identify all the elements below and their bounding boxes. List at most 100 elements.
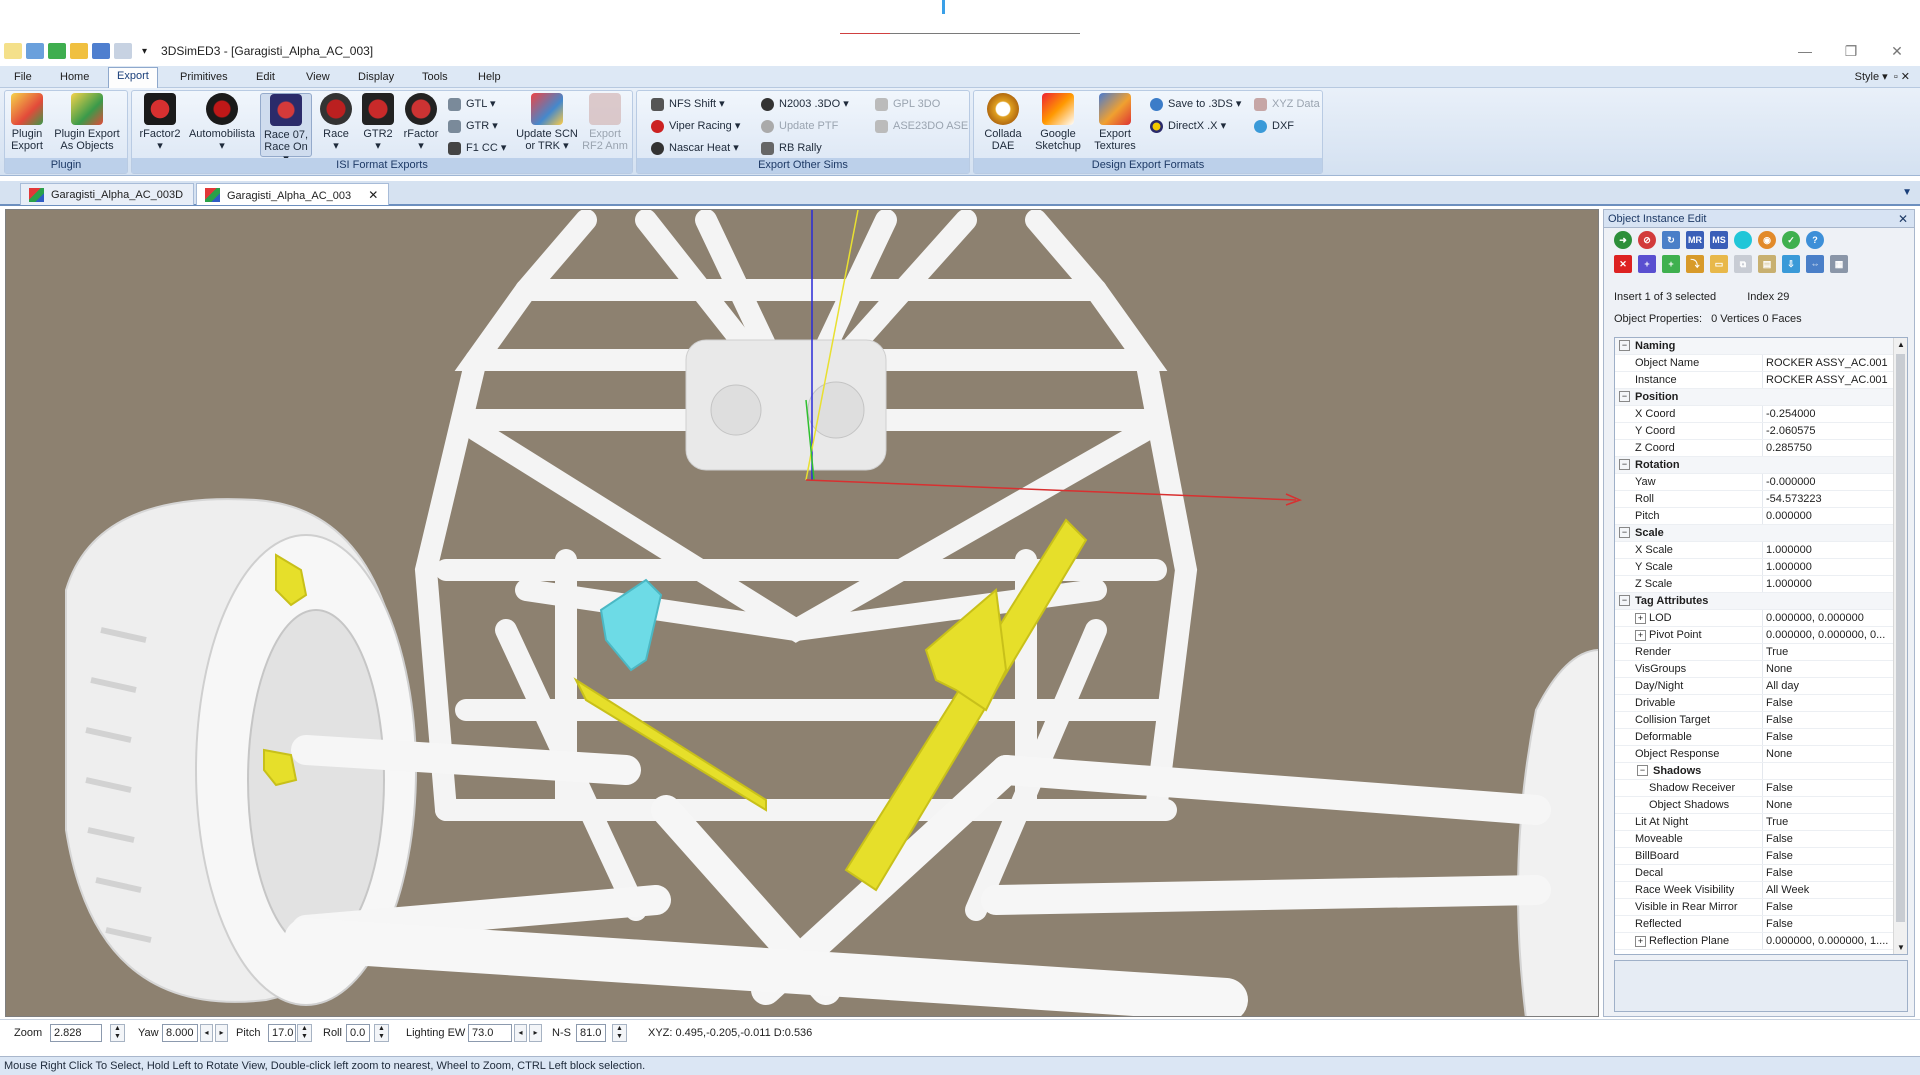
property-value[interactable]: 1.000000 [1763, 576, 1907, 592]
lighting-right-arrow[interactable]: ▸ [529, 1024, 542, 1042]
ns-input[interactable]: 81.0 [576, 1024, 606, 1042]
automobilista-button[interactable]: Automobilista ▾ [182, 93, 262, 152]
scroll-down-icon[interactable]: ▼ [1897, 943, 1905, 952]
property-value[interactable]: False [1763, 865, 1907, 881]
property-value[interactable]: All Week [1763, 882, 1907, 898]
property-value[interactable]: 0.000000, 0.000000 [1763, 610, 1907, 626]
help-icon[interactable]: ? [1806, 231, 1824, 249]
property-value[interactable]: 0.000000 [1763, 508, 1907, 524]
property-row[interactable]: Shadow Receiver False [1615, 780, 1907, 797]
sphere-icon[interactable] [1734, 231, 1752, 249]
add-green-icon[interactable]: + [1662, 255, 1680, 273]
property-row[interactable]: Z Coord 0.285750 [1615, 440, 1907, 457]
pitch-input[interactable]: 17.0 [268, 1024, 296, 1042]
property-row[interactable]: Y Scale 1.000000 [1615, 559, 1907, 576]
gpl-3do-button[interactable]: GPL 3DO [875, 95, 940, 113]
property-value[interactable]: -0.254000 [1763, 406, 1907, 422]
property-category[interactable]: Shadows [1615, 763, 1907, 780]
gtl-button[interactable]: GTL ▾ [448, 95, 496, 113]
lighting-ew-input[interactable]: 73.0 [468, 1024, 512, 1042]
property-category[interactable]: Position [1615, 389, 1907, 406]
nascar-heat-button[interactable]: Nascar Heat ▾ [651, 139, 739, 157]
copy-icon[interactable]: ⧉ [1734, 255, 1752, 273]
open-folder-icon[interactable] [70, 43, 88, 59]
close-tab-icon[interactable]: ✕ [368, 188, 378, 202]
update-ptf-button[interactable]: Update PTF [761, 117, 838, 135]
property-row[interactable]: Lit At Night True [1615, 814, 1907, 831]
paste-icon[interactable]: ▤ [1758, 255, 1776, 273]
property-value[interactable]: False [1763, 831, 1907, 847]
property-category[interactable]: Naming [1615, 338, 1907, 355]
rfactor-button[interactable]: rFactor ▾ [400, 93, 442, 152]
property-value[interactable]: False [1763, 780, 1907, 796]
refresh-icon[interactable]: ↻ [1662, 231, 1680, 249]
property-value[interactable]: All day [1763, 678, 1907, 694]
property-row[interactable]: Object Shadows None [1615, 797, 1907, 814]
zoom-spinner[interactable]: ▲ ▼ [110, 1024, 125, 1042]
property-row[interactable]: Pitch 0.000000 [1615, 508, 1907, 525]
property-row[interactable]: Instance ROCKER ASSY_AC.001 [1615, 372, 1907, 389]
tab-garagisti-003d[interactable]: Garagisti_Alpha_AC_003D [20, 183, 195, 205]
property-row[interactable]: Roll -54.573223 [1615, 491, 1907, 508]
3d-viewport[interactable] [5, 209, 1599, 1017]
viper-racing-button[interactable]: Viper Racing ▾ [651, 117, 740, 135]
export-textures-button[interactable]: Export Textures [1090, 93, 1140, 152]
zoom-input[interactable]: 2.828 [50, 1024, 102, 1042]
property-row[interactable]: Day/Night All day [1615, 678, 1907, 695]
property-row[interactable]: Object Response None [1615, 746, 1907, 763]
property-row[interactable]: X Scale 1.000000 [1615, 542, 1907, 559]
nfs-shift-button[interactable]: NFS Shift ▾ [651, 95, 725, 113]
minimize-icon[interactable]: — [1782, 38, 1828, 64]
undo-icon[interactable] [26, 43, 44, 59]
property-row[interactable]: BillBoard False [1615, 848, 1907, 865]
race07-button[interactable]: Race 07, Race On ▾ [260, 93, 312, 165]
property-value[interactable]: True [1763, 814, 1907, 830]
property-row[interactable]: Decal False [1615, 865, 1907, 882]
property-value[interactable]: -2.060575 [1763, 423, 1907, 439]
property-row[interactable]: Moveable False [1615, 831, 1907, 848]
property-value[interactable]: None [1763, 746, 1907, 762]
pitch-spinner[interactable]: ▲ ▼ [297, 1024, 312, 1042]
ase23do-button[interactable]: ASE23DO ASE [875, 117, 968, 135]
rb-rally-button[interactable]: RB Rally [761, 139, 822, 157]
roll-input[interactable]: 0.0 [346, 1024, 370, 1042]
property-row[interactable]: Visible in Rear Mirror False [1615, 899, 1907, 916]
property-category[interactable]: Tag Attributes [1615, 593, 1907, 610]
roll-spinner[interactable]: ▲ ▼ [374, 1024, 389, 1042]
property-value[interactable]: None [1763, 797, 1907, 813]
property-value[interactable]: 1.000000 [1763, 542, 1907, 558]
property-value[interactable]: 1.000000 [1763, 559, 1907, 575]
move-icon[interactable]: ⇔ [1806, 255, 1824, 273]
menu-file[interactable]: File [6, 69, 40, 85]
save-3ds-button[interactable]: Save to .3DS ▾ [1150, 95, 1241, 113]
menu-view[interactable]: View [298, 69, 338, 85]
gtr2-button[interactable]: GTR2 ▾ [358, 93, 398, 152]
race-button[interactable]: Race ▾ [316, 93, 356, 152]
f1cc-button[interactable]: F1 CC ▾ [448, 139, 506, 157]
update-scn-button[interactable]: Update SCN or TRK ▾ [514, 93, 580, 152]
gtr-button[interactable]: GTR ▾ [448, 117, 498, 135]
n2003-button[interactable]: N2003 .3DO ▾ [761, 95, 849, 113]
add-icon[interactable]: + [1638, 255, 1656, 273]
menu-display[interactable]: Display [350, 69, 402, 85]
property-row[interactable]: Render True [1615, 644, 1907, 661]
menu-edit[interactable]: Edit [248, 69, 283, 85]
restore-icon[interactable]: ❐ [1828, 38, 1874, 64]
new-file-icon[interactable] [4, 43, 22, 59]
property-row[interactable]: Deformable False [1615, 729, 1907, 746]
mr-button[interactable]: MR [1686, 231, 1704, 249]
property-row[interactable]: Collision Target False [1615, 712, 1907, 729]
plugin-export-objects-button[interactable]: Plugin Export As Objects [49, 93, 125, 152]
property-value[interactable]: 0.000000, 0.000000, 1.... [1763, 933, 1907, 949]
property-grid[interactable]: NamingObject NameROCKER ASSY_AC.001Insta… [1614, 337, 1908, 955]
property-value[interactable]: 0.285750 [1763, 440, 1907, 456]
property-value[interactable]: 0.000000, 0.000000, 0... [1763, 627, 1907, 643]
google-sketchup-button[interactable]: Google Sketchup [1030, 93, 1086, 152]
yaw-right-arrow[interactable]: ▸ [215, 1024, 228, 1042]
save-icon[interactable] [92, 43, 110, 59]
scroll-up-icon[interactable]: ▲ [1897, 340, 1905, 349]
plugin-export-button[interactable]: Plugin Export [9, 93, 45, 152]
property-category[interactable]: Scale [1615, 525, 1907, 542]
property-row[interactable]: Drivable False [1615, 695, 1907, 712]
quick-access-dropdown-icon[interactable]: ▾ [142, 46, 147, 57]
